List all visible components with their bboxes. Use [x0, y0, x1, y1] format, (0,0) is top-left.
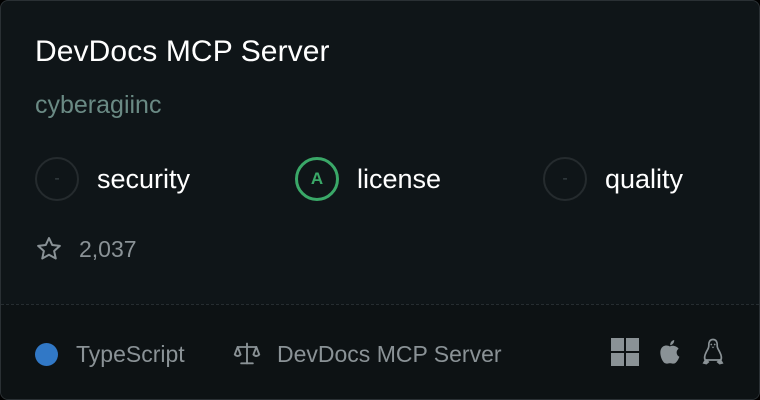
language-name: TypeScript — [76, 340, 185, 367]
owner-name[interactable]: cyberagiinc — [35, 91, 161, 120]
security-label: security — [97, 163, 191, 194]
star-count: 2,037 — [35, 233, 137, 265]
windows-icon — [611, 338, 639, 366]
quality-grade-badge: - — [543, 157, 587, 201]
scale-icon — [233, 342, 261, 365]
server-card[interactable]: DevDocs MCP Server cyberagiinc - securit… — [0, 0, 760, 400]
language-info: TypeScript — [35, 339, 185, 369]
license-info: DevDocs MCP Server — [233, 339, 502, 369]
license-grade-badge: A — [295, 157, 339, 201]
license-name: DevDocs MCP Server — [277, 340, 502, 367]
language-color-dot — [35, 342, 58, 366]
security-grade-badge: - — [35, 157, 79, 201]
license-score: A license — [295, 155, 441, 203]
security-score: - security — [35, 155, 190, 203]
card-footer: TypeScript DevDocs MCP Server — [1, 304, 759, 399]
star-count-value: 2,037 — [79, 235, 137, 262]
quality-score: - quality — [543, 155, 683, 203]
apple-icon — [660, 340, 680, 364]
license-label: license — [357, 163, 442, 194]
server-title[interactable]: DevDocs MCP Server — [35, 35, 330, 69]
linux-icon — [702, 338, 724, 365]
star-icon — [37, 237, 61, 260]
quality-label: quality — [605, 163, 684, 194]
